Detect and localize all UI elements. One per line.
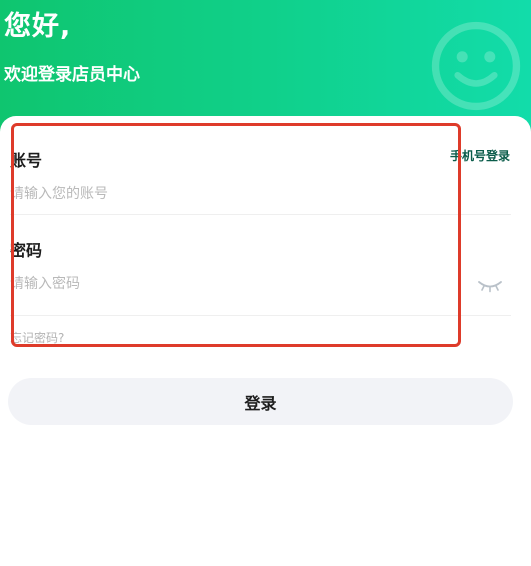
greeting-title: 您好, <box>4 11 72 42</box>
login-page: 您好, 欢迎登录店员中心 账号 手机号登录 密码 忘记密码? 登录 <box>0 0 531 566</box>
password-label: 密码 <box>10 241 43 260</box>
password-input[interactable] <box>10 272 430 296</box>
account-input[interactable] <box>10 182 430 206</box>
phone-login-link[interactable]: 手机号登录 <box>450 147 510 164</box>
account-divider <box>10 214 511 215</box>
login-button[interactable]: 登录 <box>8 378 513 425</box>
forgot-password-link[interactable]: 忘记密码? <box>10 329 64 346</box>
eye-closed-icon[interactable] <box>476 276 504 294</box>
smiley-face-icon <box>431 21 521 111</box>
welcome-subtitle: 欢迎登录店员中心 <box>4 65 140 85</box>
account-label: 账号 <box>10 151 43 170</box>
password-divider <box>10 315 511 316</box>
